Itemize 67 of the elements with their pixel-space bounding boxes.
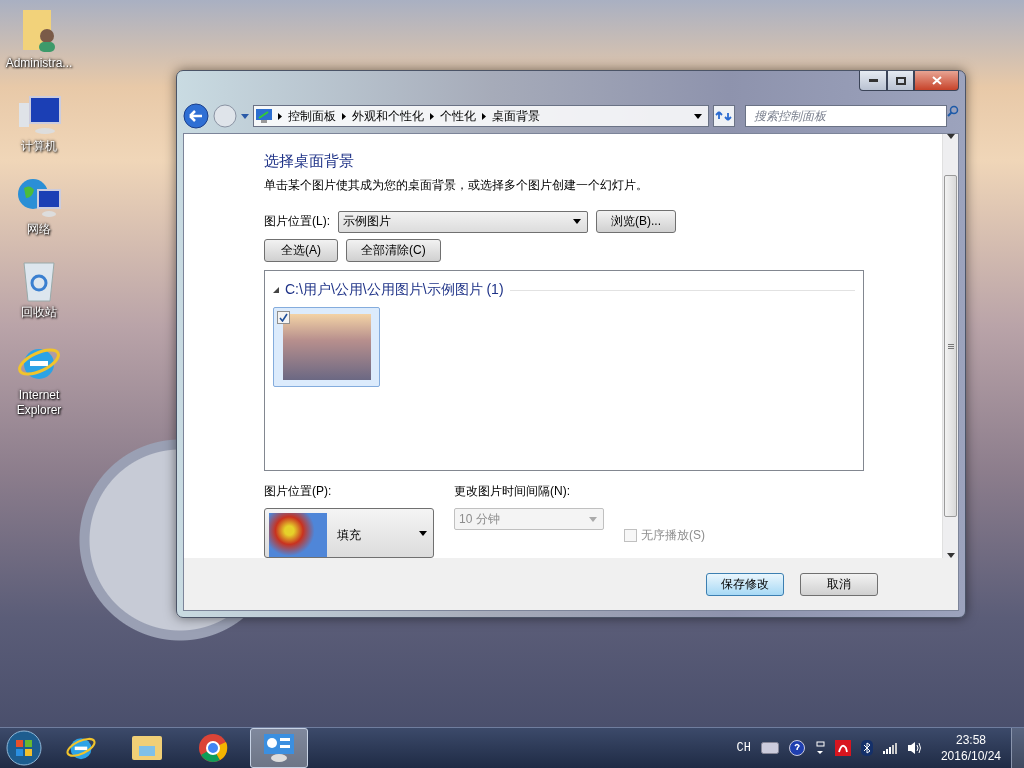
refresh-button[interactable] — [713, 105, 735, 127]
help-icon[interactable] — [788, 740, 805, 756]
check-icon — [279, 313, 288, 322]
chevron-icon — [482, 112, 486, 120]
breadcrumb-item[interactable]: 个性化 — [440, 107, 476, 125]
windows-stack-icon[interactable] — [814, 741, 825, 755]
breadcrumb-item[interactable]: 控制面板 — [288, 107, 336, 125]
maximize-icon — [895, 76, 906, 85]
picture-checkbox[interactable] — [277, 311, 290, 324]
speaker-icon[interactable] — [906, 741, 923, 755]
dialog-button[interactable]: 保存修改 — [706, 572, 784, 596]
desktop-icon-label: 计算机 — [20, 139, 58, 154]
close-button[interactable] — [914, 71, 959, 91]
windows-logo-icon — [6, 730, 42, 766]
page-heading: 选择桌面背景 — [264, 152, 355, 171]
position-dropdown[interactable]: 填充 — [264, 508, 434, 558]
shuffle-label: 无序播放(S) — [641, 527, 705, 544]
search-icon — [947, 105, 959, 117]
desktop-icon-label: 回收站 — [20, 305, 58, 320]
caret-icon — [573, 219, 581, 224]
interval-label: 更改图片时间间隔(N): — [454, 483, 571, 500]
clock-date: 2016/10/24 — [940, 748, 1001, 764]
grip-icon — [947, 343, 954, 349]
caret-icon — [419, 531, 427, 536]
chrome-icon — [198, 733, 228, 763]
flower-thumbnail — [269, 513, 327, 557]
scroll-thumb[interactable] — [944, 175, 957, 517]
location-dropdown[interactable]: 示例图片 — [338, 210, 588, 233]
show-desktop-button[interactable] — [1011, 728, 1024, 768]
desktop-icon-label: Administra... — [4, 56, 74, 71]
browse-button[interactable]: 浏览(B)... — [596, 210, 676, 233]
dialog-button[interactable]: 取消 — [800, 572, 878, 596]
maximize-button[interactable] — [887, 71, 914, 91]
signal-icon[interactable] — [882, 742, 897, 754]
location-label: 图片位置(L): — [264, 213, 330, 230]
collapse-triangle-icon[interactable] — [273, 287, 279, 293]
back-button[interactable] — [183, 103, 209, 129]
history-caret-icon — [241, 113, 249, 119]
minimize-icon — [868, 79, 878, 82]
select-all-button[interactable]: 全选(A) — [264, 239, 338, 262]
chevron-icon — [430, 112, 434, 120]
position-label: 图片位置(P): — [264, 483, 333, 500]
clear-all-button[interactable]: 全部清除(C) — [346, 239, 441, 262]
clock-time: 23:58 — [955, 732, 986, 748]
caret-icon — [589, 516, 597, 522]
clock[interactable]: 23:58 2016/10/24 — [940, 732, 1001, 764]
language-indicator[interactable]: CH — [736, 741, 751, 755]
group-title: C:\用户\公用\公用图片\示例图片 (1) — [285, 281, 504, 299]
minimize-button[interactable] — [859, 71, 887, 91]
picture-tile[interactable] — [273, 307, 380, 387]
control-panel-icon — [263, 733, 295, 763]
bluetooth-icon[interactable] — [860, 740, 873, 756]
desktop-icon-label: Internet Explorer — [15, 388, 63, 418]
keyboard-icon[interactable] — [760, 742, 779, 754]
start-button[interactable] — [4, 729, 44, 767]
control-panel-icon — [256, 109, 272, 123]
antivirus-icon[interactable] — [834, 740, 851, 756]
description-text: 单击某个图片使其成为您的桌面背景，或选择多个图片创建一个幻灯片。 — [264, 177, 649, 194]
caret-icon — [694, 113, 702, 119]
chevron-icon — [278, 112, 282, 120]
breadcrumb-item[interactable]: 外观和个性化 — [352, 107, 424, 125]
desktop-icon-label: 网络 — [26, 222, 52, 237]
close-icon — [931, 76, 942, 85]
breadcrumb-item[interactable]: 桌面背景 — [492, 107, 540, 125]
address-bar[interactable]: 控制面板 外观和个性化 个性化 桌面背景 — [253, 105, 709, 127]
chevron-icon — [342, 112, 346, 120]
folder-icon — [131, 734, 163, 762]
